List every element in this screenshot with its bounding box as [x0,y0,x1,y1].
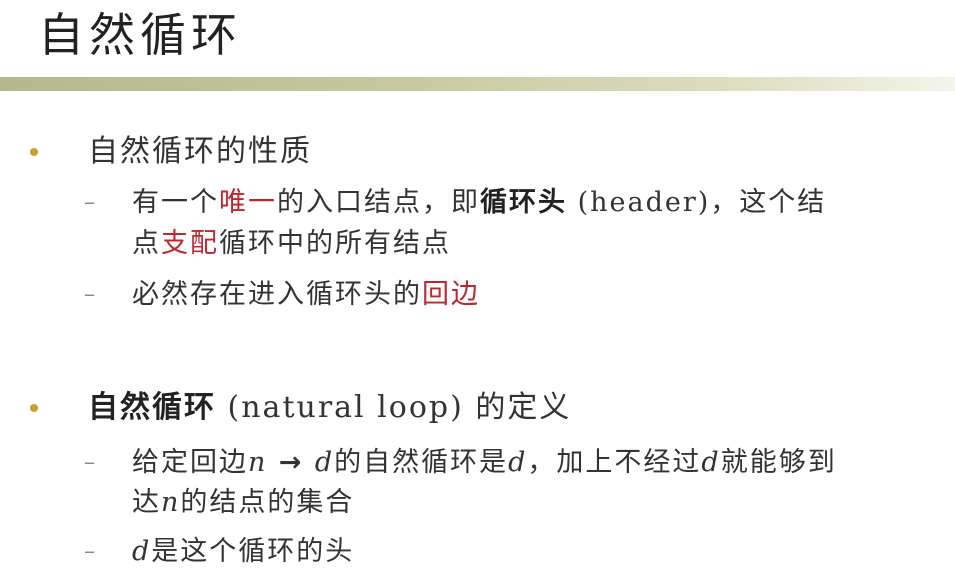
var-d: d [701,447,721,478]
right-arrow-icon: → [267,447,315,478]
text-segment: (header)，这个结 [567,187,827,218]
dash-icon: – [84,190,95,215]
var-d: d [314,447,335,478]
term-natural-loop: 自然循环 [88,390,216,425]
sub-item-text: 给定回边n → d的自然循环是d，加上不经过d就能够到 [132,444,952,482]
dash-icon: – [84,539,95,564]
sub-item-text: d是这个循环的头 [132,533,952,571]
var-n: n [248,447,268,478]
text-segment: 必然存在进入循环头的 [132,279,422,310]
text-segment: 就能够到 [720,447,837,478]
sub-item-text: 必然存在进入循环头的回边 [132,276,952,314]
var-d: d [508,447,528,478]
highlight-unique: 唯一 [219,187,277,218]
highlight-back-edge: 回边 [422,279,480,310]
highlight-dominate: 支配 [161,228,219,259]
bullet-dot-icon [30,404,38,412]
text-segment: 的自然循环是 [334,447,509,478]
var-d: d [132,536,152,567]
term-loop-header: 循环头 [480,187,567,218]
sub-item-text: 点支配循环中的所有结点 [132,225,952,263]
var-n: n [161,487,181,518]
sub-item-text: 达n的结点的集合 [132,484,952,522]
bullet-text: 自然循环 (natural loop) 的定义 [88,388,571,428]
dash-icon: – [84,450,95,475]
text-segment: 的入口结点，即 [277,187,480,218]
sub-item-text: 有一个唯一的入口结点，即循环头 (header)，这个结 [132,184,952,222]
text-segment: 给定回边 [132,447,248,478]
text-segment: 点 [132,228,161,259]
text-segment: 达 [132,487,161,518]
text-segment: 有一个 [132,187,219,218]
bullet-text: 自然循环的性质 [88,134,312,169]
text-segment: ，加上不经过 [527,447,702,478]
text-segment: 循环中的所有结点 [219,228,451,259]
text-segment: (natural loop) 的定义 [216,390,572,425]
slide-content: 自然循环的性质 – 有一个唯一的入口结点，即循环头 (header)，这个结 点… [0,0,955,577]
bullet-dot-icon [30,148,38,156]
dash-icon: – [84,282,95,307]
text-segment: 是这个循环的头 [151,536,355,567]
text-segment: 的结点的集合 [180,487,355,518]
